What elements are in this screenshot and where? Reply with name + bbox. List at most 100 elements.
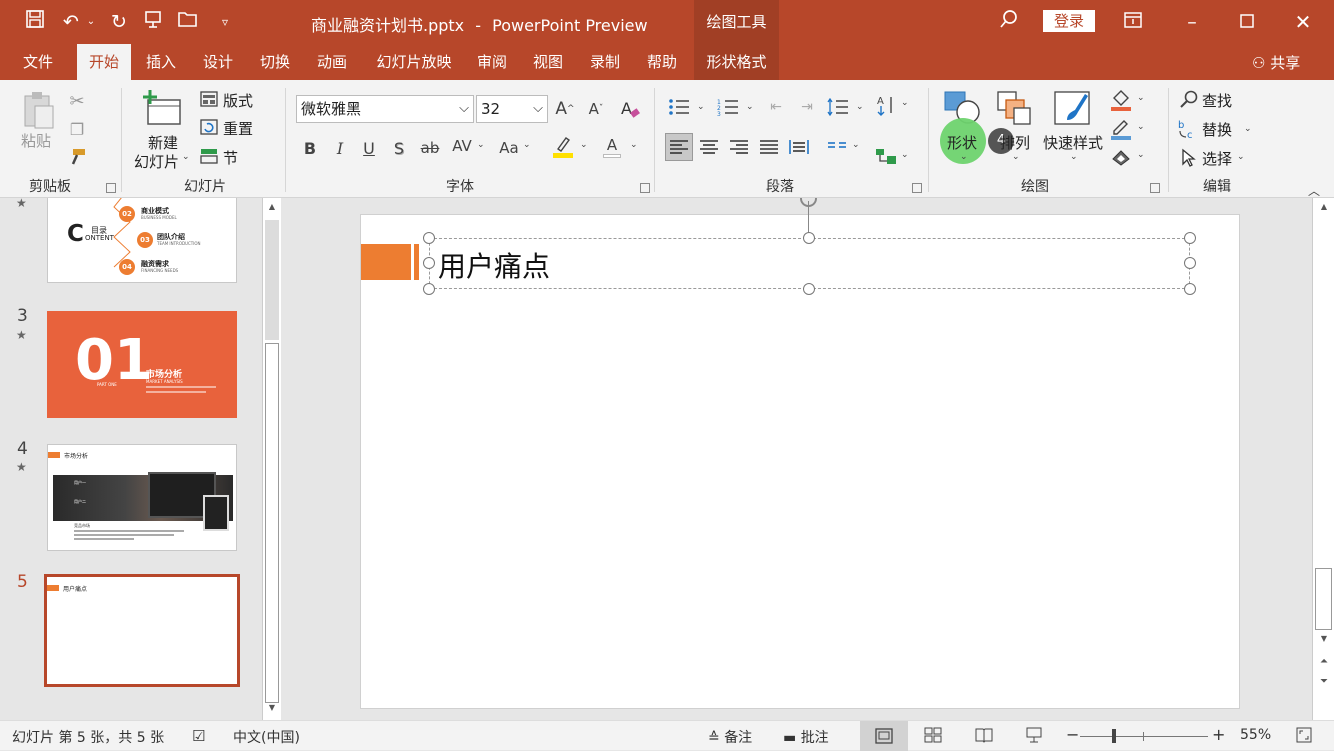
comments-button[interactable]: ▬ 批注 (783, 727, 829, 747)
change-case-button[interactable]: Aa (496, 137, 522, 159)
resize-handle[interactable] (423, 232, 435, 244)
customize-qat-icon[interactable]: ▿ (212, 9, 238, 35)
chevron-down-icon[interactable]: ⌄ (523, 140, 531, 150)
strikethrough-button[interactable]: ab (418, 137, 442, 159)
language-indicator[interactable]: 中文(中国) (233, 727, 300, 747)
chevron-down-icon[interactable]: ⌄ (856, 102, 864, 112)
tab-help[interactable]: 帮助 (638, 44, 686, 80)
scroll-thumb[interactable] (1315, 568, 1332, 630)
resize-handle[interactable] (803, 283, 815, 295)
shapes-label[interactable]: 形状 (947, 132, 977, 153)
layout-label[interactable]: 版式 (223, 90, 253, 111)
chevron-down-icon[interactable]: ⌄ (746, 102, 754, 112)
copy-icon[interactable]: ❐ (66, 118, 88, 140)
arrange-icon[interactable] (996, 90, 1034, 126)
shrink-font-icon[interactable]: Aˇ (584, 97, 608, 121)
find-label[interactable]: 查找 (1202, 90, 1232, 111)
char-spacing-button[interactable]: AV (449, 135, 475, 157)
slideshow-view-icon[interactable] (1025, 727, 1043, 747)
rotate-handle-icon[interactable] (800, 198, 817, 207)
login-button[interactable]: 登录 (1043, 10, 1095, 32)
chevron-down-icon[interactable]: ⌄ (1244, 124, 1252, 134)
undo-icon[interactable]: ↶ (58, 9, 84, 35)
grow-font-icon[interactable]: A ^ (553, 97, 577, 121)
shape-outline-icon[interactable] (1110, 117, 1132, 141)
section-icon[interactable] (199, 147, 219, 165)
zoom-level[interactable]: 55% (1240, 727, 1271, 743)
decrease-indent-icon[interactable]: ⇤ (765, 96, 787, 118)
highlight-icon[interactable] (552, 135, 574, 159)
chevron-down-icon[interactable]: ⌄ (960, 152, 968, 162)
chevron-down-icon[interactable]: ⌄ (1070, 152, 1078, 162)
quick-styles-label[interactable]: 快速样式 (1043, 132, 1103, 153)
zoom-slider-track[interactable] (1080, 736, 1208, 737)
font-color-icon[interactable]: A (601, 135, 623, 159)
format-painter-icon[interactable] (66, 146, 88, 168)
reset-icon[interactable] (199, 118, 219, 136)
slide-title[interactable]: 用户痛点 (438, 245, 550, 285)
chevron-down-icon[interactable]: ⌄ (630, 140, 638, 150)
underline-button[interactable]: U (359, 137, 379, 159)
zoom-in-button[interactable]: + (1212, 725, 1225, 744)
scroll-up-icon[interactable]: ▲ (265, 202, 279, 216)
share-button[interactable]: ⚇ 共享 (1252, 52, 1300, 73)
select-cursor-icon[interactable] (1178, 147, 1200, 169)
font-size-dropdown[interactable]: 32 ⌵ (476, 95, 548, 123)
replace-label[interactable]: 替换 (1202, 119, 1232, 140)
find-icon[interactable] (1178, 89, 1200, 109)
slide-thumbnail-5-selected[interactable]: 用户痛点 (44, 574, 240, 687)
smartart-icon[interactable] (874, 147, 898, 167)
notes-button[interactable]: ≙ 备注 (708, 727, 752, 747)
chevron-down-icon[interactable]: ⌄ (901, 150, 909, 160)
chevron-down-icon[interactable]: ⌄ (1012, 152, 1020, 162)
arrange-label[interactable]: 排列 (1000, 132, 1030, 153)
editor-scrollbar[interactable]: ▲ ▼ ⏶ ⏷ (1312, 198, 1334, 720)
resize-handle[interactable] (803, 232, 815, 244)
slide-thumbnail-3[interactable]: 01 PART ONE 市场分析 MARKET ANALYSIS (47, 311, 237, 418)
tab-insert[interactable]: 插入 (137, 44, 185, 80)
title-textbox[interactable]: 用户痛点 (429, 238, 1190, 289)
cut-icon[interactable]: ✂ (66, 90, 88, 112)
chevron-down-icon[interactable]: ⌄ (697, 102, 705, 112)
chevron-down-icon[interactable]: ⌄ (1137, 93, 1145, 103)
shape-effects-icon[interactable] (1110, 146, 1132, 168)
resize-handle[interactable] (1184, 257, 1196, 269)
text-direction-icon[interactable]: A (875, 92, 899, 118)
numbering-icon[interactable]: 123 (716, 96, 740, 118)
paste-icon[interactable] (20, 90, 56, 130)
zoom-slider-thumb[interactable] (1112, 729, 1116, 743)
line-spacing-icon[interactable] (826, 96, 850, 118)
chevron-down-icon[interactable]: ⌄ (477, 140, 485, 150)
redo-icon[interactable]: ↻ (106, 9, 132, 35)
chevron-down-icon[interactable]: ⌄ (852, 140, 860, 150)
next-slide-icon[interactable]: ⏷ (1317, 676, 1331, 690)
align-left-icon[interactable] (665, 133, 693, 161)
clear-formatting-icon[interactable]: A (618, 97, 642, 121)
reading-view-icon[interactable] (975, 727, 993, 747)
chevron-down-icon[interactable]: ⌄ (901, 98, 909, 108)
align-center-icon[interactable] (698, 136, 720, 158)
chevron-down-icon[interactable]: ⌄ (580, 140, 588, 150)
zoom-out-button[interactable]: − (1066, 725, 1079, 744)
resize-handle[interactable] (423, 283, 435, 295)
increase-indent-icon[interactable]: ⇥ (796, 96, 818, 118)
fit-to-window-icon[interactable] (1296, 727, 1312, 747)
slide-sorter-icon[interactable] (924, 727, 942, 747)
columns-icon[interactable] (826, 136, 848, 158)
minimize-icon[interactable]: – (1179, 9, 1205, 35)
resize-handle[interactable] (1184, 232, 1196, 244)
open-folder-icon[interactable] (175, 9, 201, 35)
new-slide-icon[interactable] (142, 88, 182, 128)
tab-record[interactable]: 录制 (581, 44, 629, 80)
resize-handle[interactable] (423, 257, 435, 269)
tab-view[interactable]: 视图 (524, 44, 572, 80)
tab-slideshow[interactable]: 幻灯片放映 (367, 44, 461, 80)
section-label[interactable]: 节 (223, 147, 238, 168)
tab-transitions[interactable]: 切换 (251, 44, 299, 80)
reset-label[interactable]: 重置 (223, 118, 253, 139)
thumbnail-scrollbar[interactable]: ▲ ▼ (262, 198, 281, 720)
shape-fill-icon[interactable] (1110, 88, 1132, 112)
undo-dropdown-icon[interactable]: ⌄ (84, 9, 98, 35)
previous-slide-icon[interactable]: ⏶ (1317, 656, 1331, 670)
chevron-down-icon[interactable]: ⌄ (182, 152, 190, 162)
